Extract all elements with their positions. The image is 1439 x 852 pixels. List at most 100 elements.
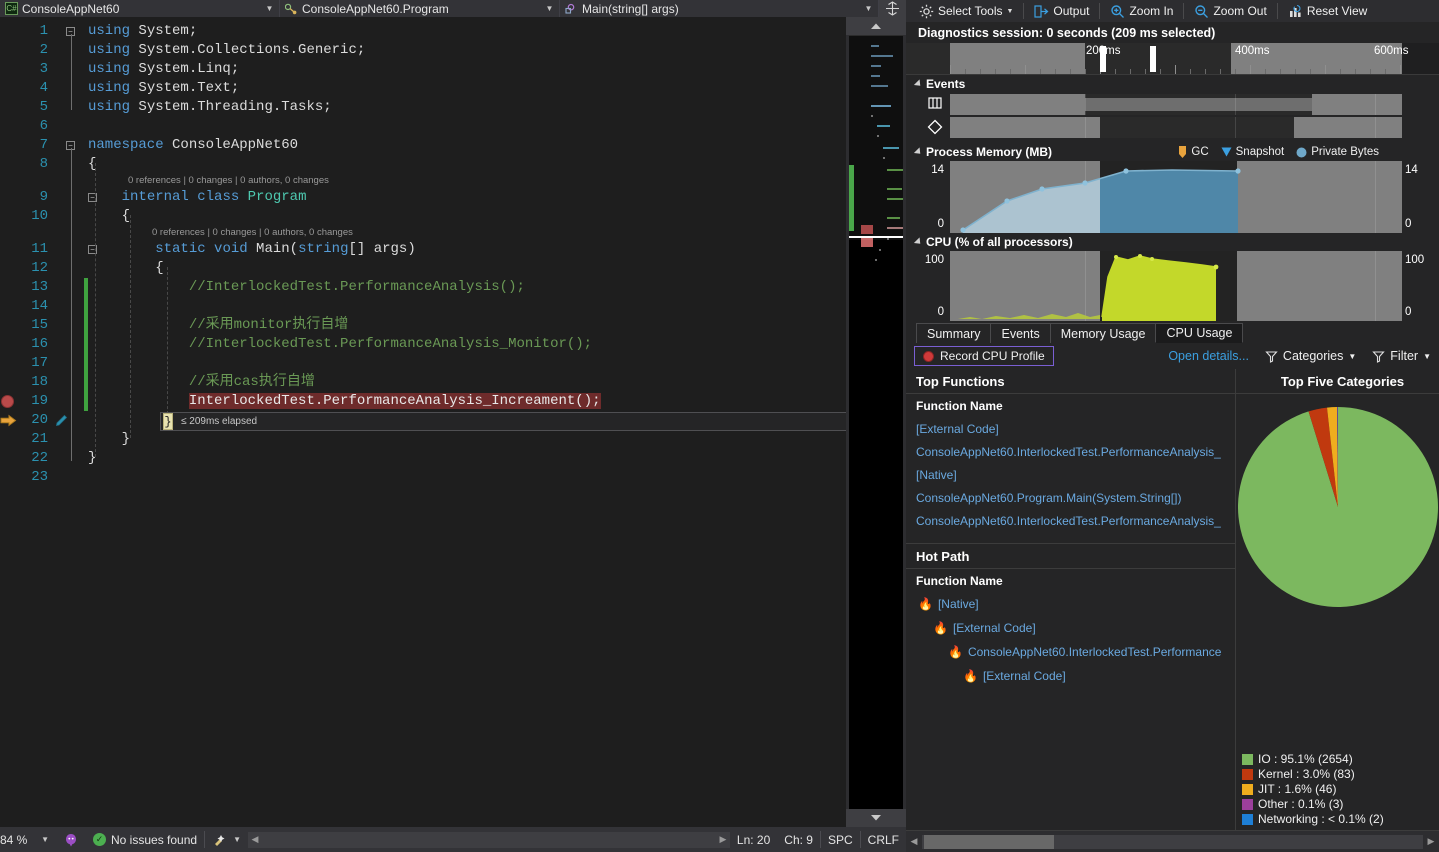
scroll-right-arrow-icon[interactable]: ▶ [716,834,730,845]
cpu-plot-area[interactable] [950,251,1402,321]
diagnostics-horizontal-scrollbar[interactable]: ◀ ▶ [906,830,1439,852]
categories-pie-chart[interactable]: IO : 95.1% (2654) Kernel : 3.0% (83) JIT :… [1236,394,1439,830]
minimap-viewport-thumb[interactable] [849,35,903,240]
chevron-down-icon[interactable]: ▼ [41,835,49,844]
toolbar-select-tools-button[interactable]: Select Tools ▼ [912,1,1020,21]
memory-plot-area[interactable] [950,161,1402,233]
code-token: using [88,61,131,77]
cpu-graph[interactable]: 100 0 100 0 [906,251,1439,321]
top-function-row[interactable]: ConsoleAppNet60.Program.Main(System.Stri… [906,486,1235,509]
code-line[interactable]: using System.Collections.Generic; [88,41,365,60]
code-line[interactable]: { [88,259,163,278]
code-line[interactable]: //采用cas执行自增 [88,373,315,392]
open-details-link[interactable]: Open details... [1168,349,1249,363]
breakpoint-icon[interactable] [1,395,14,408]
filter-button[interactable]: Filter ▼ [1372,349,1431,363]
code-line[interactable]: static void Main(string[] args) [88,240,416,259]
code-line[interactable]: internal class Program [88,188,307,207]
class-dropdown[interactable]: ConsoleAppNet60.Program ▼ [280,0,560,17]
diagnostics-hscroll-track[interactable] [922,834,1423,849]
funnel-icon [1265,350,1278,363]
hot-path-row[interactable]: 🔥 [Native] [906,592,1235,616]
column-indicator: Ch: 9 [784,832,813,847]
events-section-header[interactable]: Events [906,75,1439,93]
codelens-annotation[interactable]: 0 references | 0 changes | 0 authors, 0 … [152,227,353,239]
legend-swatch [1242,783,1253,795]
chevron-down-icon[interactable]: ▼ [264,4,275,13]
toolbar-zoom-out-button[interactable]: Zoom Out [1187,1,1273,21]
memory-section-header[interactable]: Process Memory (MB) GC Snapshot Private By… [906,143,1439,161]
memory-graph[interactable]: 14 0 14 0 [906,161,1439,233]
current-statement-arrow-icon[interactable] [0,414,17,427]
chevron-down-icon[interactable]: ▼ [233,835,241,844]
codelens-annotation[interactable]: 0 references | 0 changes | 0 authors, 0 … [128,175,329,187]
tab-cpu-usage[interactable]: CPU Usage [1155,323,1244,343]
scroll-left-arrow-icon[interactable]: ◀ [906,836,922,847]
project-dropdown[interactable]: C# ConsoleAppNet60 ▼ [0,0,280,17]
perf-tip[interactable]: } ≤ 209ms elapsed [160,412,846,431]
hscroll-track[interactable]: ◀ ▶ [247,831,730,848]
chevron-down-icon[interactable]: ▼ [1006,8,1013,15]
chevron-down-icon[interactable]: ▼ [1423,352,1431,361]
editor-horizontal-scrollbar[interactable]: ◀ ▶ [247,827,730,852]
scroll-up-arrow-icon[interactable] [846,17,906,35]
code-line[interactable]: //InterlockedTest.PerformanceAnalysis_Mo… [88,335,592,354]
pie-legend-row: Kernel : 3.0% (83) [1242,767,1384,781]
top-function-row[interactable]: [Native] [906,463,1235,486]
categories-filter-button[interactable]: Categories ▼ [1265,349,1356,363]
marker-events-track[interactable] [950,117,1402,138]
line-ending-indicator[interactable]: CRLF [861,827,906,852]
member-dropdown[interactable]: Main(string[] args) ▼ [560,0,879,17]
tab-events[interactable]: Events [990,323,1051,343]
chevron-down-icon[interactable]: ▼ [863,4,874,13]
split-window-icon[interactable] [879,0,906,17]
top-function-row[interactable]: ConsoleAppNet60.InterlockedTest.Performa… [906,509,1235,532]
timeline-ruler[interactable]: 200ms 400ms 600ms [906,43,1439,75]
chevron-down-icon[interactable]: ▼ [1348,352,1356,361]
chevron-down-icon[interactable]: ▼ [544,4,555,13]
code-line[interactable]: using System; [88,22,197,41]
editor-scrollbar-map[interactable] [846,17,906,827]
code-line[interactable]: //InterlockedTest.PerformanceAnalysis(); [88,278,525,297]
selection-start-handle[interactable] [1100,46,1106,72]
tab-summary[interactable]: Summary [916,323,992,343]
zoom-level-dropdown[interactable]: 84 % ▼ [0,827,56,852]
ide-events-track[interactable] [950,94,1402,115]
class-icon [284,2,299,15]
code-line[interactable]: namespace ConsoleAppNet60 [88,136,298,155]
record-cpu-profile-button[interactable]: Record CPU Profile [914,346,1054,366]
cpu-section-header[interactable]: CPU (% of all processors) [906,233,1439,251]
code-line[interactable]: using System.Text; [88,79,239,98]
code-text-area[interactable]: 1 using System; 2 using System.Collections.… [0,17,846,827]
code-line[interactable]: //采用monitor执行自增 [88,316,349,335]
toolbar-zoom-in-button[interactable]: Zoom In [1103,1,1180,21]
code-line[interactable]: using System.Threading.Tasks; [88,98,332,117]
code-minimap[interactable] [849,35,903,809]
scroll-right-arrow-icon[interactable]: ▶ [1423,836,1439,847]
collapse-triangle-icon[interactable] [913,147,924,157]
ide-events-icon [922,95,948,116]
diagnostics-hscroll-thumb[interactable] [924,834,1054,849]
minimap-line [875,259,877,261]
code-token: System.Collections.Generic; [130,42,366,58]
hot-path-row[interactable]: 🔥 ConsoleAppNet60.InterlockedTest.Perform… [906,640,1235,664]
code-line[interactable]: InterlockedTest.PerformanceAnalysis_Incr… [88,392,601,411]
collapse-triangle-icon[interactable] [913,237,924,247]
code-cleanup-button[interactable]: ▼ [205,827,248,852]
top-function-row[interactable]: [External Code] [906,417,1235,440]
indentation-indicator[interactable]: SPC [821,827,860,852]
collapse-triangle-icon[interactable] [913,79,924,89]
code-line[interactable]: using System.Linq; [88,60,239,79]
top-function-row[interactable]: ConsoleAppNet60.InterlockedTest.Performa… [906,440,1235,463]
tab-memory-usage[interactable]: Memory Usage [1049,323,1157,343]
issues-status[interactable]: ✓ No issues found [86,827,204,852]
hot-path-row[interactable]: 🔥 [External Code] [906,616,1235,640]
feedback-smiley-icon[interactable] [56,827,86,852]
hot-path-row[interactable]: 🔥 [External Code] [906,664,1235,688]
toolbar-reset-view-button[interactable]: Reset View [1281,1,1374,21]
scroll-down-arrow-icon[interactable] [846,809,906,827]
toolbar-output-button[interactable]: Output [1027,1,1096,21]
selection-end-handle[interactable] [1150,46,1156,72]
ruler-tick [1070,69,1071,74]
scroll-left-arrow-icon[interactable]: ◀ [248,834,262,845]
